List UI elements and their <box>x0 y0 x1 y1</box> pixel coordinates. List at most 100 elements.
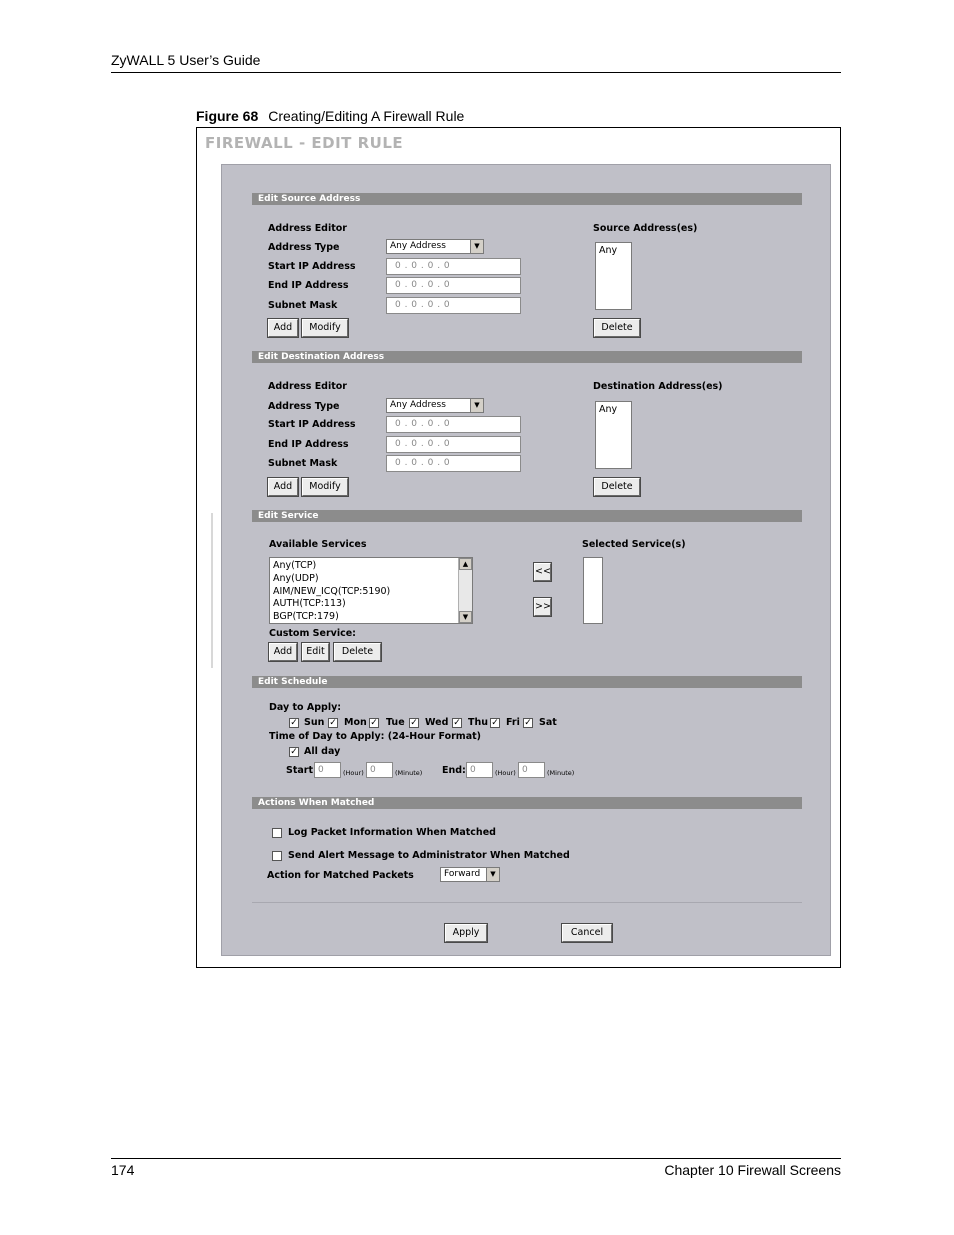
destination-delete-button[interactable]: Delete <box>593 477 641 497</box>
add-service-button[interactable]: << <box>533 562 552 582</box>
wed-checkbox[interactable]: ✓ <box>409 718 419 728</box>
send-alert-label: Send Alert Message to Administrator When… <box>288 850 570 861</box>
section-edit-service: Edit Service <box>252 510 802 522</box>
action-matched-select[interactable]: Forward ▼ <box>440 867 500 882</box>
source-addresses-label: Source Address(es) <box>593 223 698 234</box>
apply-button[interactable]: Apply <box>444 923 488 943</box>
chapter-title: Chapter 10 Firewall Screens <box>664 1162 841 1178</box>
source-modify-button[interactable]: Modify <box>301 318 349 338</box>
services-scrollbar[interactable]: ▲ ▼ <box>458 558 472 623</box>
source-delete-button[interactable]: Delete <box>593 318 641 338</box>
destination-address-type-value: Any Address <box>390 400 446 410</box>
all-day-checkbox[interactable]: ✓ <box>289 747 299 757</box>
destination-start-ip-input[interactable]: 0 . 0 . 0 . 0 <box>386 416 521 433</box>
action-matched-value: Forward <box>444 869 481 879</box>
end-hour-input[interactable]: 0 <box>466 762 493 778</box>
custom-service-label: Custom Service: <box>269 628 356 639</box>
source-start-ip-input[interactable]: 0 . 0 . 0 . 0 <box>386 258 521 275</box>
source-addresses-list[interactable]: Any <box>595 242 632 310</box>
end-minute-unit: (Minute) <box>547 769 575 777</box>
service-item[interactable]: AUTH(TCP:113) <box>273 598 456 611</box>
sat-label: Sat <box>539 717 557 728</box>
day-to-apply-label: Day to Apply: <box>269 702 342 713</box>
action-matched-label: Action for Matched Packets <box>267 870 414 881</box>
tue-checkbox[interactable]: ✓ <box>369 718 379 728</box>
available-services-list[interactable]: Any(TCP) Any(UDP) AIM/NEW_ICQ(TCP:5190) … <box>269 557 473 624</box>
service-item[interactable]: Any(TCP) <box>273 560 456 573</box>
destination-end-ip-input[interactable]: 0 . 0 . 0 . 0 <box>386 436 521 453</box>
start-hour-unit: (Hour) <box>343 769 364 777</box>
source-start-ip-label: Start IP Address <box>268 261 356 272</box>
source-address-item[interactable]: Any <box>599 245 617 256</box>
send-alert-checkbox[interactable] <box>272 851 282 861</box>
custom-service-add-button[interactable]: Add <box>268 642 298 662</box>
source-address-type-select[interactable]: Any Address ▼ <box>386 239 484 254</box>
scroll-down-icon[interactable]: ▼ <box>459 611 472 623</box>
available-services-label: Available Services <box>269 539 367 550</box>
chevron-down-icon: ▼ <box>470 240 483 253</box>
frame-divider <box>211 513 213 668</box>
page-number: 174 <box>111 1162 135 1178</box>
remove-service-button[interactable]: >> <box>533 597 552 617</box>
destination-address-type-label: Address Type <box>268 401 340 412</box>
destination-addresses-list[interactable]: Any <box>595 401 632 469</box>
section-source-address: Edit Source Address <box>252 193 802 205</box>
edit-rule-panel: Edit Source Address Address Editor Addre… <box>221 164 831 956</box>
mon-checkbox[interactable]: ✓ <box>328 718 338 728</box>
log-packet-label: Log Packet Information When Matched <box>288 827 496 838</box>
source-subnet-mask-label: Subnet Mask <box>268 300 338 311</box>
figure-label: Figure 68 <box>196 108 259 124</box>
time-of-day-label: Time of Day to Apply: (24-Hour Format) <box>269 731 481 742</box>
source-subnet-mask-input[interactable]: 0 . 0 . 0 . 0 <box>386 297 521 314</box>
start-minute-unit: (Minute) <box>395 769 423 777</box>
selected-services-list[interactable] <box>583 557 603 624</box>
source-end-ip-label: End IP Address <box>268 280 349 291</box>
start-minute-input[interactable]: 0 <box>366 762 393 778</box>
source-add-button[interactable]: Add <box>267 318 299 338</box>
end-time-label: End: <box>442 765 466 776</box>
cancel-button[interactable]: Cancel <box>561 923 613 943</box>
end-minute-input[interactable]: 0 <box>518 762 545 778</box>
destination-add-button[interactable]: Add <box>267 477 299 497</box>
screenshot-frame: FIREWALL - EDIT RULE Edit Source Address… <box>196 127 841 968</box>
service-item[interactable]: AIM/NEW_ICQ(TCP:5190) <box>273 586 456 599</box>
fri-label: Fri <box>506 717 520 728</box>
sat-checkbox[interactable]: ✓ <box>523 718 533 728</box>
thu-label: Thu <box>468 717 489 728</box>
document-header: ZyWALL 5 User’s Guide <box>111 52 261 68</box>
selected-services-label: Selected Service(s) <box>582 539 686 550</box>
log-packet-checkbox[interactable] <box>272 828 282 838</box>
destination-end-ip-label: End IP Address <box>268 439 349 450</box>
destination-address-type-select[interactable]: Any Address ▼ <box>386 398 484 413</box>
sun-checkbox[interactable]: ✓ <box>289 718 299 728</box>
section-destination-address: Edit Destination Address <box>252 351 802 363</box>
divider <box>252 902 802 903</box>
start-hour-input[interactable]: 0 <box>314 762 341 778</box>
destination-address-editor-label: Address Editor <box>268 381 347 392</box>
service-item[interactable]: Any(UDP) <box>273 573 456 586</box>
custom-service-delete-button[interactable]: Delete <box>333 642 382 662</box>
destination-modify-button[interactable]: Modify <box>301 477 349 497</box>
service-item[interactable]: BGP(TCP:179) <box>273 611 456 623</box>
destination-addresses-label: Destination Address(es) <box>593 381 723 392</box>
end-hour-unit: (Hour) <box>495 769 516 777</box>
custom-service-edit-button[interactable]: Edit <box>301 642 330 662</box>
all-day-label: All day <box>304 746 341 757</box>
thu-checkbox[interactable]: ✓ <box>452 718 462 728</box>
start-time-label: Start: <box>286 765 317 776</box>
section-actions-when-matched: Actions When Matched <box>252 797 802 809</box>
mon-label: Mon <box>344 717 367 728</box>
sun-label: Sun <box>304 717 325 728</box>
source-end-ip-input[interactable]: 0 . 0 . 0 . 0 <box>386 277 521 294</box>
destination-address-item[interactable]: Any <box>599 404 617 415</box>
header-rule <box>111 72 841 73</box>
scroll-up-icon[interactable]: ▲ <box>459 558 472 570</box>
tue-label: Tue <box>386 717 405 728</box>
page-title: FIREWALL - EDIT RULE <box>205 134 404 152</box>
chevron-down-icon: ▼ <box>470 399 483 412</box>
chevron-down-icon: ▼ <box>486 868 499 881</box>
fri-checkbox[interactable]: ✓ <box>490 718 500 728</box>
figure-title: Creating/Editing A Firewall Rule <box>268 108 465 124</box>
destination-subnet-mask-input[interactable]: 0 . 0 . 0 . 0 <box>386 455 521 472</box>
destination-start-ip-label: Start IP Address <box>268 419 356 430</box>
